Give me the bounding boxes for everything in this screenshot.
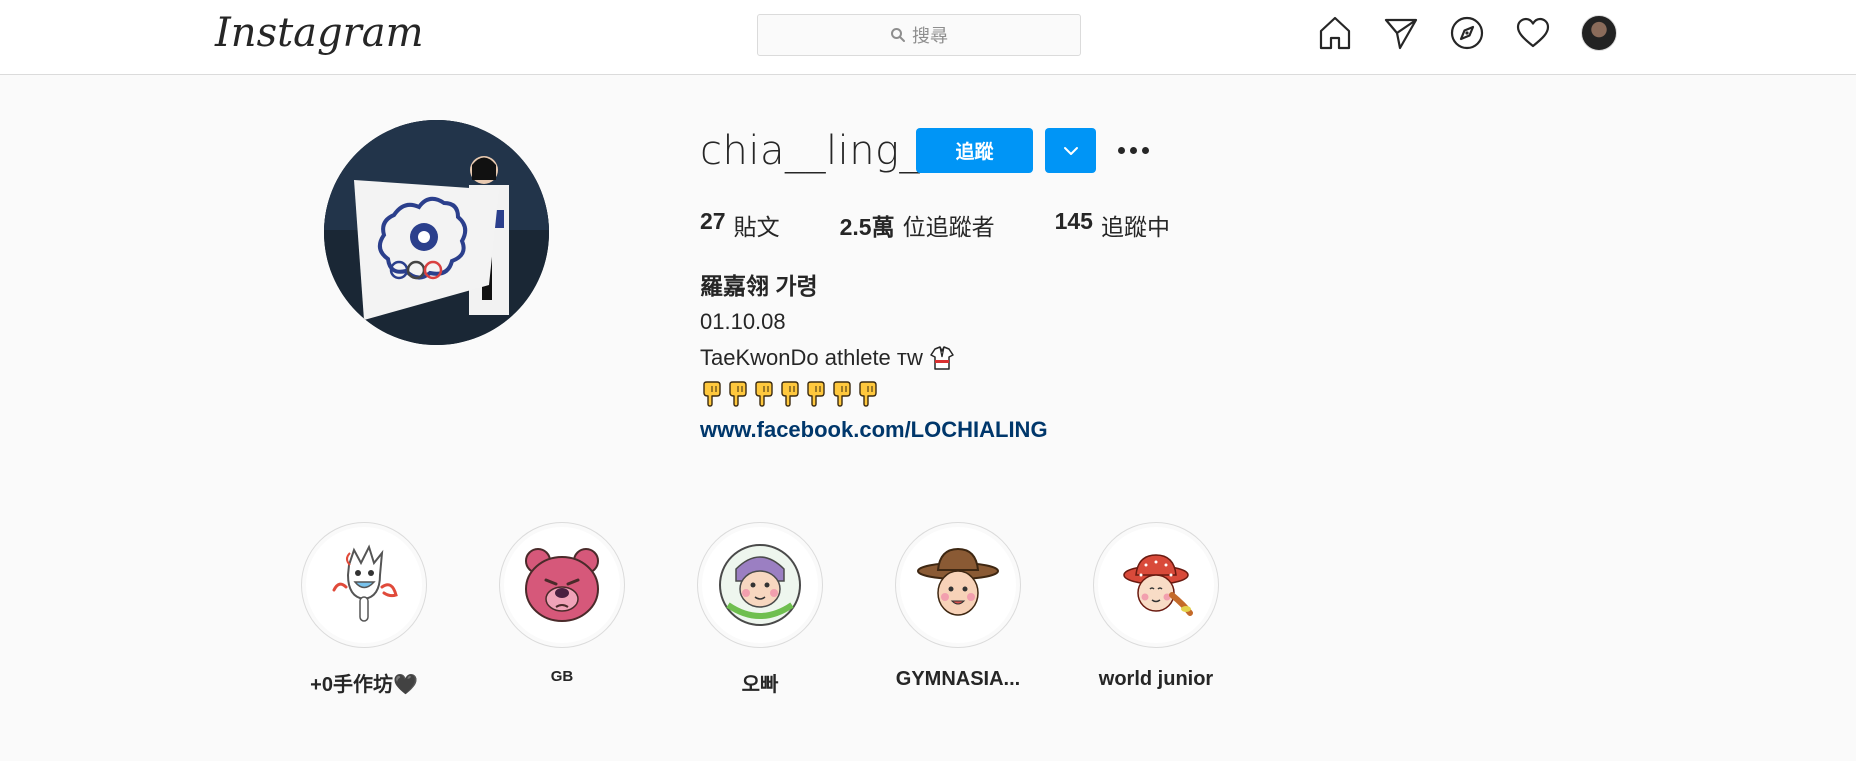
dobok-emoji-icon bbox=[930, 346, 954, 370]
bio-line-athlete: TaeKwonDo athlete ᴛᴡ bbox=[700, 340, 1048, 376]
highlight-label: GYMNASIA... bbox=[895, 668, 1021, 690]
more-options-icon[interactable] bbox=[1116, 138, 1150, 162]
profile-picture[interactable] bbox=[324, 120, 549, 345]
highlight-label: +0手作坊🖤 bbox=[310, 674, 418, 696]
pointing-down-emoji-icon bbox=[859, 381, 877, 407]
pointing-down-emoji-icon bbox=[703, 381, 721, 407]
bio-line-date: 01.10.08 bbox=[700, 309, 786, 334]
highlight-label: world junior bbox=[1098, 668, 1214, 690]
search-icon bbox=[891, 28, 905, 42]
pointing-down-emoji-icon bbox=[729, 381, 747, 407]
highlight-item[interactable]: GYMNASIA... bbox=[878, 522, 1038, 691]
woody-sticker-icon bbox=[917, 547, 999, 616]
suggested-accounts-button[interactable] bbox=[1045, 128, 1096, 173]
lotso-bear-sticker-icon bbox=[525, 548, 599, 622]
highlight-item[interactable]: +0手作坊🖤 bbox=[284, 522, 444, 697]
posts-label: 貼文 bbox=[733, 214, 780, 240]
search-placeholder: 搜尋 bbox=[912, 26, 948, 46]
highlight-label: 오빠 bbox=[741, 674, 779, 696]
followers-link[interactable]: 2.5萬 位追蹤者 bbox=[840, 208, 995, 242]
highlight-item[interactable]: 오빠 bbox=[680, 522, 840, 697]
posts-count: 27 貼文 bbox=[700, 208, 780, 242]
bio-line-athlete-text: TaeKwonDo athlete ᴛᴡ bbox=[700, 345, 923, 370]
buzz-lightyear-sticker-icon bbox=[719, 544, 801, 626]
highlight-label: GB bbox=[550, 668, 574, 685]
following-label: 追蹤中 bbox=[1100, 214, 1170, 240]
profile-bio: 羅嘉翎 가령 01.10.08 TaeKwonDo athlete ᴛᴡ www… bbox=[700, 268, 1048, 448]
followers-number: 2.5萬 bbox=[839, 214, 895, 240]
followers-label: 位追蹤者 bbox=[902, 214, 995, 240]
follow-button[interactable]: 追蹤 bbox=[916, 128, 1033, 173]
home-icon[interactable] bbox=[1317, 15, 1353, 51]
highlight-item[interactable]: GB bbox=[482, 522, 642, 685]
pointing-down-emoji-row bbox=[700, 376, 1048, 412]
profile-avatar[interactable] bbox=[1581, 15, 1617, 51]
posts-number: 27 bbox=[700, 208, 726, 234]
pointing-down-emoji-icon bbox=[755, 381, 773, 407]
pointing-down-emoji-icon bbox=[807, 381, 825, 407]
chevron-down-icon bbox=[1063, 146, 1078, 155]
external-link[interactable]: www.facebook.com/LOCHIALING bbox=[700, 412, 1048, 448]
pointing-down-emoji-icon bbox=[833, 381, 851, 407]
direct-icon[interactable] bbox=[1383, 15, 1419, 51]
pointing-down-emoji-icon bbox=[781, 381, 799, 407]
profile-full-name: 羅嘉翎 가령 bbox=[700, 273, 818, 299]
highlight-item[interactable]: world junior bbox=[1076, 522, 1236, 691]
following-link[interactable]: 145 追蹤中 bbox=[1055, 208, 1170, 242]
explore-icon[interactable] bbox=[1449, 15, 1485, 51]
forky-sticker-icon bbox=[332, 544, 398, 622]
profile-username: chia__ling_ bbox=[700, 128, 921, 174]
instagram-logo[interactable]: Instagram bbox=[215, 10, 424, 56]
jessie-sticker-icon bbox=[1123, 554, 1193, 616]
search-input[interactable]: 搜尋 bbox=[757, 14, 1081, 56]
activity-icon[interactable] bbox=[1515, 15, 1551, 51]
top-navigation-bar: Instagram 搜尋 bbox=[0, 0, 1856, 75]
following-number: 145 bbox=[1054, 208, 1093, 234]
